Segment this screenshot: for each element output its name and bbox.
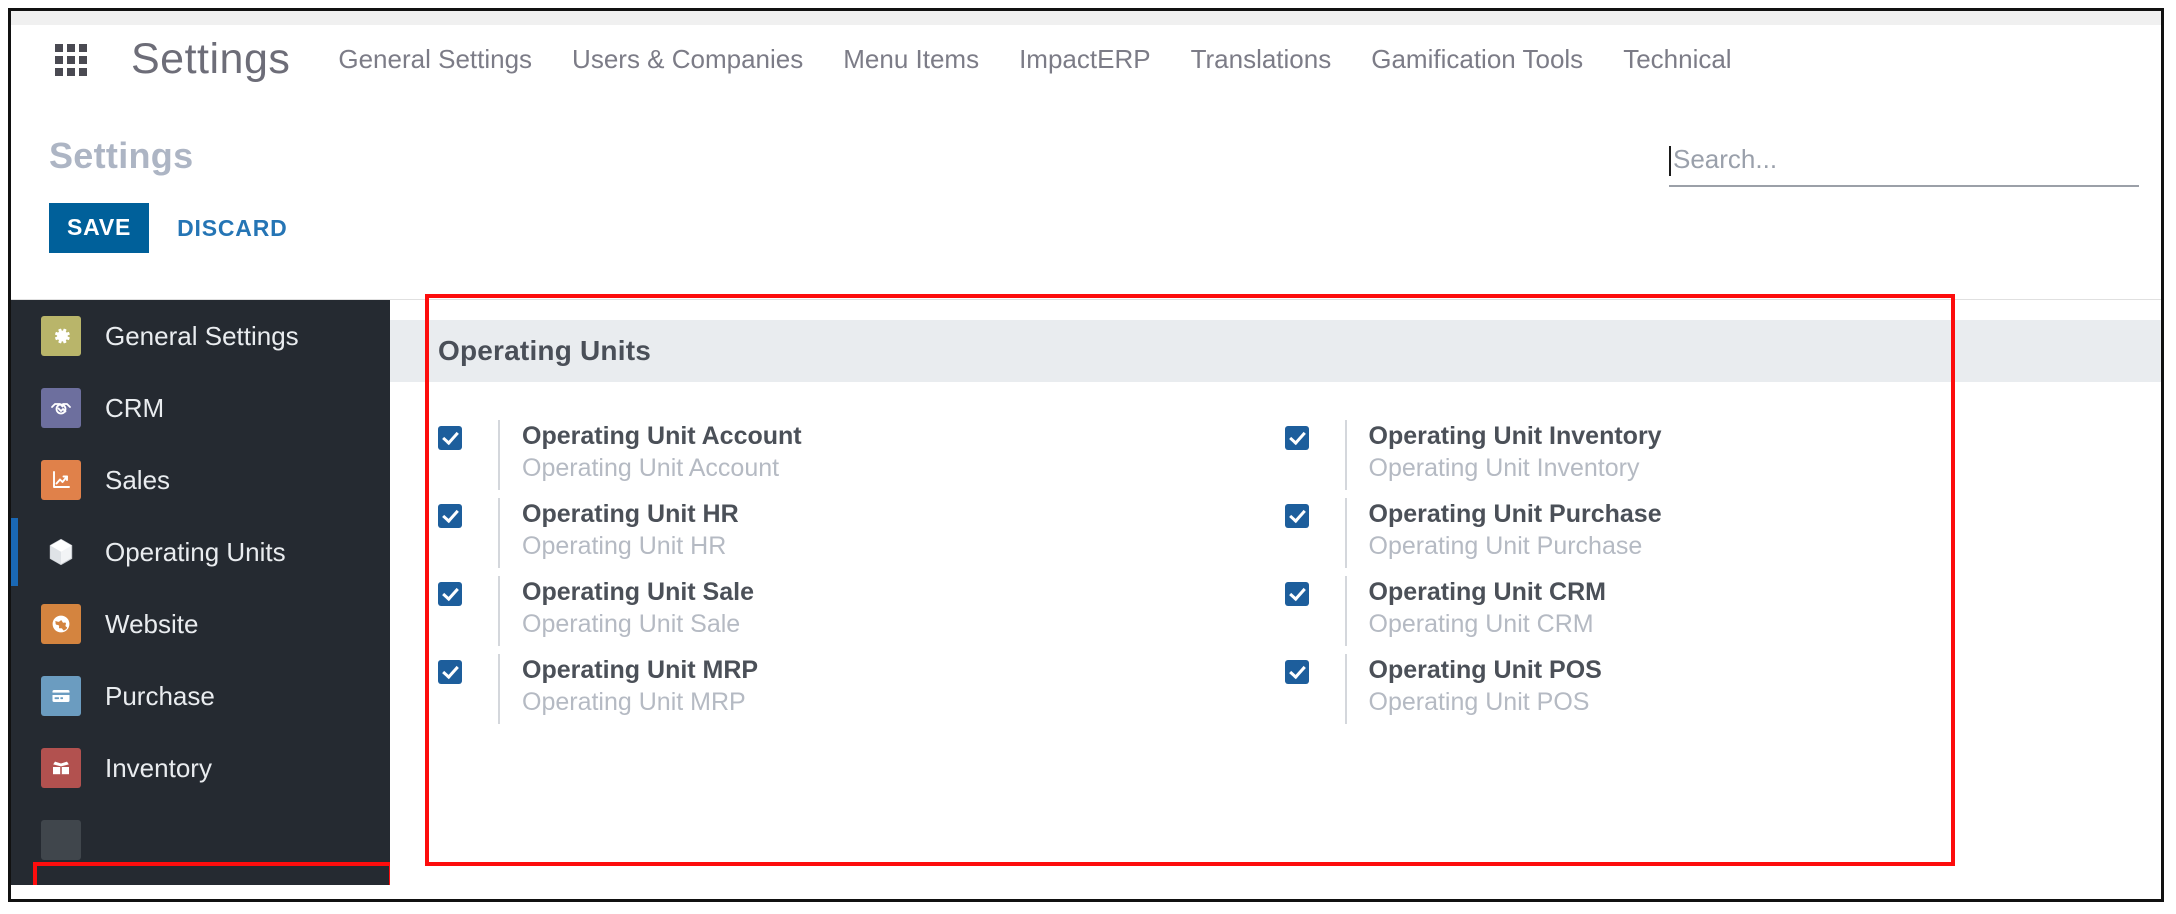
- sidebar-item-website[interactable]: Website: [11, 588, 390, 660]
- search-input[interactable]: [1671, 143, 2139, 179]
- setting-operating-unit-mrp[interactable]: Operating Unit MRP Operating Unit MRP: [438, 650, 1275, 728]
- action-button-row: SAVE DISCARD: [49, 203, 302, 253]
- setting-description: Operating Unit MRP: [522, 688, 746, 716]
- sidebar-item-operating-units[interactable]: Operating Units: [11, 516, 390, 588]
- globe-icon: [41, 604, 81, 644]
- setting-title: Operating Unit HR: [522, 500, 739, 528]
- setting-description: Operating Unit Sale: [522, 610, 741, 638]
- checkbox-operating-unit-inventory[interactable]: [1284, 426, 1309, 450]
- menu-item-users-companies[interactable]: Users & Companies: [572, 44, 803, 75]
- setting-description: Operating Unit Inventory: [1368, 454, 1640, 482]
- sidebar-item-label: Website: [105, 608, 199, 639]
- sidebar-item-crm[interactable]: CRM: [11, 372, 390, 444]
- application-window: Settings General Settings Users & Compan…: [8, 8, 2164, 902]
- sidebar-item-sales[interactable]: Sales: [11, 444, 390, 516]
- section-header: Operating Units: [390, 320, 2161, 382]
- discard-button[interactable]: DISCARD: [163, 204, 301, 253]
- sidebar-item-label: General Settings: [105, 320, 299, 351]
- setting-title: Operating Unit POS: [1368, 656, 1602, 684]
- setting-body: Operating Unit Account Operating Unit Ac…: [498, 420, 802, 490]
- setting-title: Operating Unit CRM: [1368, 578, 1607, 606]
- setting-body: Operating Unit POS Operating Unit POS: [1344, 654, 1602, 724]
- setting-title: Operating Unit MRP: [522, 656, 759, 684]
- settings-grid: Operating Unit Account Operating Unit Ac…: [390, 382, 2161, 728]
- sidebar-item-label: Purchase: [105, 680, 215, 711]
- menu-item-translations[interactable]: Translations: [1191, 44, 1332, 75]
- partial-app-icon: [41, 820, 81, 860]
- setting-operating-unit-hr[interactable]: Operating Unit HR Operating Unit HR: [438, 494, 1275, 572]
- window-titlebar-strip: [11, 11, 2161, 25]
- menu-item-technical[interactable]: Technical: [1623, 44, 1731, 75]
- sidebar-item-label: Sales: [105, 464, 171, 495]
- sidebar-item-general-settings[interactable]: General Settings: [11, 300, 390, 372]
- setting-body: Operating Unit Purchase Operating Unit P…: [1344, 498, 1662, 568]
- chart-up-icon: [41, 460, 81, 500]
- checkbox-operating-unit-sale[interactable]: [438, 582, 462, 606]
- setting-description: Operating Unit Account: [522, 454, 780, 482]
- setting-body: Operating Unit CRM Operating Unit CRM: [1344, 576, 1607, 646]
- checkbox-operating-unit-hr[interactable]: [438, 504, 462, 528]
- sidebar-item-purchase[interactable]: Purchase: [11, 660, 390, 732]
- setting-description: Operating Unit Purchase: [1368, 532, 1643, 560]
- setting-title: Operating Unit Sale: [522, 578, 754, 606]
- section-title: Operating Units: [438, 335, 652, 366]
- checkbox-operating-unit-purchase[interactable]: [1284, 504, 1309, 528]
- setting-body: Operating Unit Sale Operating Unit Sale: [498, 576, 754, 646]
- sidebar-item-label: Operating Units: [105, 536, 286, 567]
- apps-grid-icon[interactable]: [55, 44, 91, 76]
- setting-operating-unit-crm[interactable]: Operating Unit CRM Operating Unit CRM: [1284, 572, 2122, 650]
- setting-description: Operating Unit POS: [1368, 688, 1590, 716]
- setting-operating-unit-purchase[interactable]: Operating Unit Purchase Operating Unit P…: [1284, 494, 2122, 572]
- handshake-icon: [41, 388, 81, 428]
- sidebar-item-inventory[interactable]: Inventory: [11, 732, 390, 804]
- setting-title: Operating Unit Account: [522, 422, 802, 450]
- menu-item-impacterp[interactable]: ImpactERP: [1019, 44, 1151, 75]
- sidebar-item-label: Inventory: [105, 752, 212, 783]
- setting-title: Operating Unit Inventory: [1368, 422, 1662, 450]
- checkbox-operating-unit-crm[interactable]: [1284, 582, 1309, 606]
- setting-body: Operating Unit HR Operating Unit HR: [498, 498, 739, 568]
- sidebar-item-label: CRM: [105, 392, 165, 423]
- sidebar-item-partial[interactable]: [11, 804, 390, 876]
- settings-sidebar: General Settings CRM Sales Operating Uni…: [11, 300, 390, 885]
- checkbox-operating-unit-account[interactable]: [438, 426, 462, 450]
- setting-description: Operating Unit CRM: [1368, 610, 1594, 638]
- save-button[interactable]: SAVE: [49, 203, 150, 253]
- setting-body: Operating Unit Inventory Operating Unit …: [1344, 420, 1662, 490]
- setting-description: Operating Unit HR: [522, 532, 727, 560]
- setting-operating-unit-account[interactable]: Operating Unit Account Operating Unit Ac…: [438, 416, 1275, 494]
- settings-content-pane: Operating Units Operating Unit Account O…: [390, 300, 2161, 885]
- breadcrumb: Settings: [49, 135, 194, 176]
- checkbox-operating-unit-mrp[interactable]: [438, 660, 462, 684]
- menu-item-menu-items[interactable]: Menu Items: [843, 44, 979, 75]
- setting-body: Operating Unit MRP Operating Unit MRP: [498, 654, 758, 724]
- setting-operating-unit-sale[interactable]: Operating Unit Sale Operating Unit Sale: [438, 572, 1275, 650]
- setting-operating-unit-pos[interactable]: Operating Unit POS Operating Unit POS: [1284, 650, 2122, 728]
- package-icon: [41, 748, 81, 788]
- checkbox-operating-unit-pos[interactable]: [1284, 660, 1309, 684]
- control-panel: Settings SAVE DISCARD: [11, 107, 2161, 300]
- setting-operating-unit-inventory[interactable]: Operating Unit Inventory Operating Unit …: [1284, 416, 2122, 494]
- menu-item-general-settings[interactable]: General Settings: [338, 44, 532, 75]
- menu-item-gamification-tools[interactable]: Gamification Tools: [1371, 44, 1583, 75]
- gear-icon: [41, 316, 81, 356]
- cube-icon: [41, 532, 81, 572]
- search-field[interactable]: [1669, 137, 2139, 187]
- setting-title: Operating Unit Purchase: [1368, 500, 1662, 528]
- app-title: Settings: [131, 34, 291, 83]
- top-navigation-bar: Settings General Settings Users & Compan…: [11, 11, 2161, 108]
- credit-card-icon: [41, 676, 81, 716]
- top-menu: General Settings Users & Companies Menu …: [338, 44, 1731, 75]
